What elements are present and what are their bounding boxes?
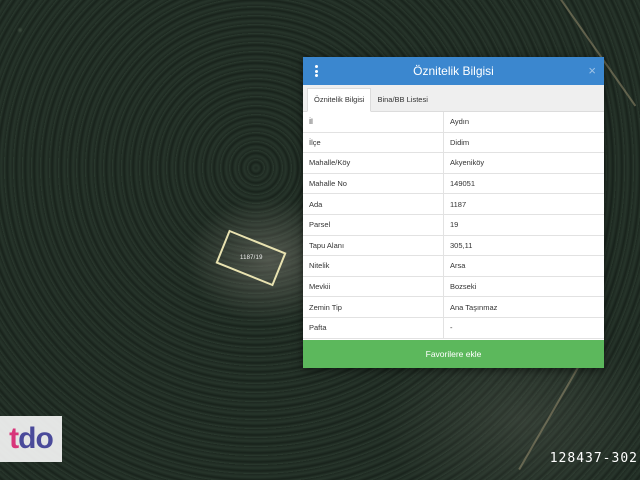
- row-key: Mahalle/Köy: [303, 152, 444, 174]
- row-value: Bozseki: [443, 276, 604, 298]
- listing-id: 128437-302: [549, 451, 638, 466]
- row-value: Aydın: [443, 112, 604, 133]
- row-key: İlçe: [303, 132, 444, 154]
- row-key: Parsel: [303, 214, 444, 236]
- add-to-favorites-button[interactable]: Favorilere ekle: [303, 340, 604, 368]
- site-logo: tdo: [0, 416, 62, 462]
- row-key: Tapu Alanı: [303, 235, 444, 257]
- row-key: İl: [303, 112, 444, 133]
- kebab-menu-icon[interactable]: [315, 65, 319, 77]
- row-value: Akyeniköy: [443, 152, 604, 174]
- table-row: Zemin Tip Ana Taşınmaz: [303, 296, 604, 318]
- logo-letter: o: [35, 422, 54, 455]
- row-key: Pafta: [303, 317, 444, 339]
- attribute-table: İl Aydın İlçe Didim Mahalle/Köy Akyeniköy M…: [303, 112, 604, 339]
- row-value: Didim: [443, 132, 604, 154]
- row-value: -: [443, 317, 604, 339]
- panel-tabs: Öznitelik Bilgisi Bina/BB Listesi: [303, 85, 604, 112]
- table-row: Tapu Alanı 305,11: [303, 235, 604, 257]
- tab-attribute-info[interactable]: Öznitelik Bilgisi: [307, 88, 372, 112]
- close-icon[interactable]: ×: [588, 63, 596, 78]
- panel-header: Öznitelik Bilgisi ×: [303, 57, 604, 85]
- panel-title: Öznitelik Bilgisi: [413, 64, 494, 78]
- table-row: Mahalle No 149051: [303, 173, 604, 195]
- parcel-outline[interactable]: 1187/19: [215, 229, 287, 287]
- table-row: Ada 1187: [303, 193, 604, 215]
- logo-letter: d: [18, 422, 36, 455]
- table-row: İlçe Didim: [303, 132, 604, 154]
- row-key: Mahalle No: [303, 173, 444, 195]
- attribute-info-panel: Öznitelik Bilgisi × Öznitelik Bilgisi Bi…: [303, 57, 604, 368]
- logo-letter: t: [9, 422, 19, 455]
- table-row: Parsel 19: [303, 214, 604, 236]
- table-row: İl Aydın: [303, 112, 604, 133]
- row-value: 19: [443, 214, 604, 236]
- table-row: Mahalle/Köy Akyeniköy: [303, 152, 604, 174]
- parcel-label: 1187/19: [239, 255, 263, 261]
- row-key: Nitelik: [303, 255, 444, 277]
- row-value: Arsa: [443, 255, 604, 277]
- table-row: Nitelik Arsa: [303, 255, 604, 277]
- table-row: Mevkii Bozseki: [303, 276, 604, 298]
- row-value: 305,11: [443, 235, 604, 257]
- row-key: Ada: [303, 193, 444, 215]
- row-value: 1187: [443, 193, 604, 215]
- row-key: Mevkii: [303, 276, 444, 298]
- row-value: 149051: [443, 173, 604, 195]
- row-key: Zemin Tip: [303, 296, 444, 318]
- table-row: Pafta -: [303, 317, 604, 339]
- row-value: Ana Taşınmaz: [443, 296, 604, 318]
- tab-building-list[interactable]: Bina/BB Listesi: [371, 89, 433, 111]
